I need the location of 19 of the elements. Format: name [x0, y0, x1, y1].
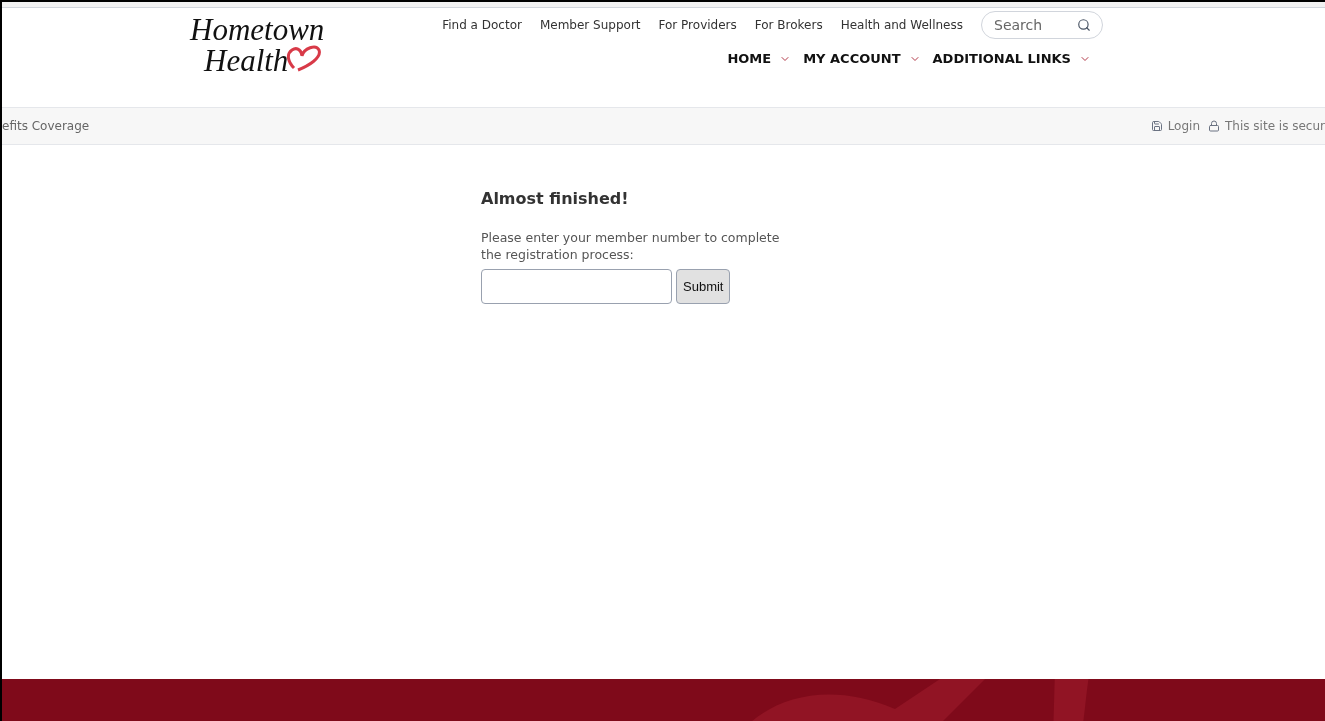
- top-nav-link[interactable]: For Brokers: [754, 16, 823, 34]
- top-nav-link[interactable]: For Providers: [658, 16, 737, 34]
- submit-button[interactable]: Submit: [676, 269, 731, 304]
- member-number-field[interactable]: [481, 269, 672, 304]
- breadcrumb[interactable]: efits Coverage: [2, 117, 90, 135]
- main-nav-item[interactable]: HOME: [727, 49, 792, 69]
- top-nav-link[interactable]: Find a Doctor: [442, 16, 522, 34]
- main-nav-item[interactable]: ADDITIONAL LINKS: [932, 49, 1091, 69]
- top-nav-link[interactable]: Health and Wellness: [840, 16, 963, 34]
- top-nav-link[interactable]: Member Support: [539, 16, 641, 34]
- form-heading: Almost finished!: [481, 188, 630, 210]
- main-nav-item[interactable]: MY ACCOUNT: [803, 49, 921, 69]
- utility-link[interactable]: Login: [1150, 117, 1200, 135]
- instructions: Please enter your member number to complete the registration process:: [481, 229, 781, 263]
- utility-link[interactable]: This site is secur: [1208, 117, 1325, 135]
- lock-icon: [1208, 120, 1220, 132]
- search-field[interactable]: Search: [981, 11, 1103, 39]
- search-icon[interactable]: [1077, 18, 1091, 32]
- logo[interactable]: Hometown Health: [190, 16, 370, 78]
